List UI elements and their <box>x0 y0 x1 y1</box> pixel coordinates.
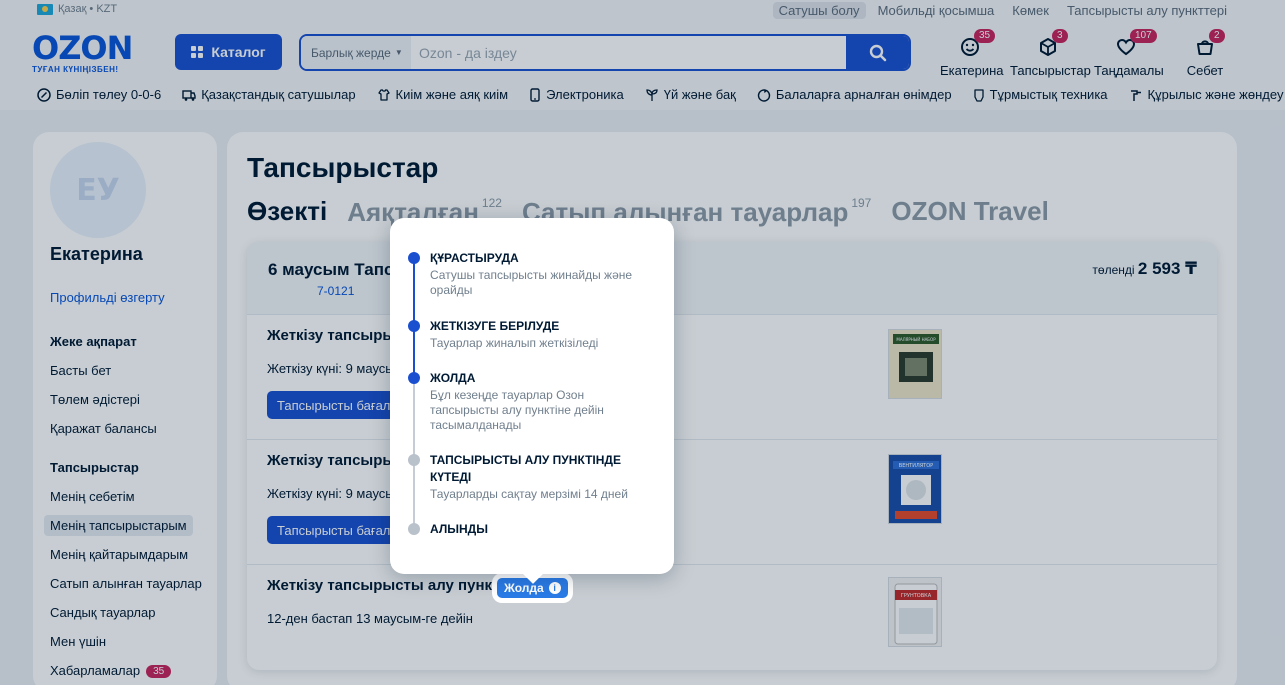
step-title: АЛЫНДЫ <box>430 522 488 536</box>
timeline-step: ҚҰРАСТЫРУДА Сатушы тапсырысты жинайды жә… <box>408 250 658 298</box>
step-done-dot-icon <box>408 372 420 384</box>
timeline-step: ЖОЛДА Бұл кезеңде тауарлар Озон тапсырыс… <box>408 370 658 433</box>
step-pending-dot-icon <box>408 523 420 535</box>
step-title: ҚҰРАСТЫРУДА <box>430 251 519 265</box>
step-desc: Тауарлар жиналып жеткізіледі <box>430 336 599 350</box>
step-desc: Тауарларды сақтау мерзімі 14 дней <box>430 487 628 501</box>
timeline-step: ЖЕТКІЗУГЕ БЕРІЛУДЕ Тауарлар жиналып жетк… <box>408 318 658 351</box>
timeline-step: ТАПСЫРЫСТЫ АЛУ ПУНКТІНДЕ КҮТЕДІ Тауарлар… <box>408 452 658 502</box>
info-icon: i <box>548 582 561 594</box>
step-done-dot-icon <box>408 320 420 332</box>
status-label: Жолда <box>504 581 544 595</box>
timeline-step: АЛЫНДЫ <box>408 521 658 538</box>
step-done-dot-icon <box>408 252 420 264</box>
step-desc: Сатушы тапсырысты жинайды және орайды <box>430 268 633 297</box>
step-title: ТАПСЫРЫСТЫ АЛУ ПУНКТІНДЕ КҮТЕДІ <box>430 453 621 484</box>
step-desc: Бұл кезеңде тауарлар Озон тапсырысты алу… <box>430 388 604 432</box>
step-pending-dot-icon <box>408 454 420 466</box>
step-title: ЖЕТКІЗУГЕ БЕРІЛУДЕ <box>430 319 560 333</box>
order-status-tooltip: ҚҰРАСТЫРУДА Сатушы тапсырысты жинайды жә… <box>390 218 674 574</box>
step-title: ЖОЛДА <box>430 371 476 385</box>
